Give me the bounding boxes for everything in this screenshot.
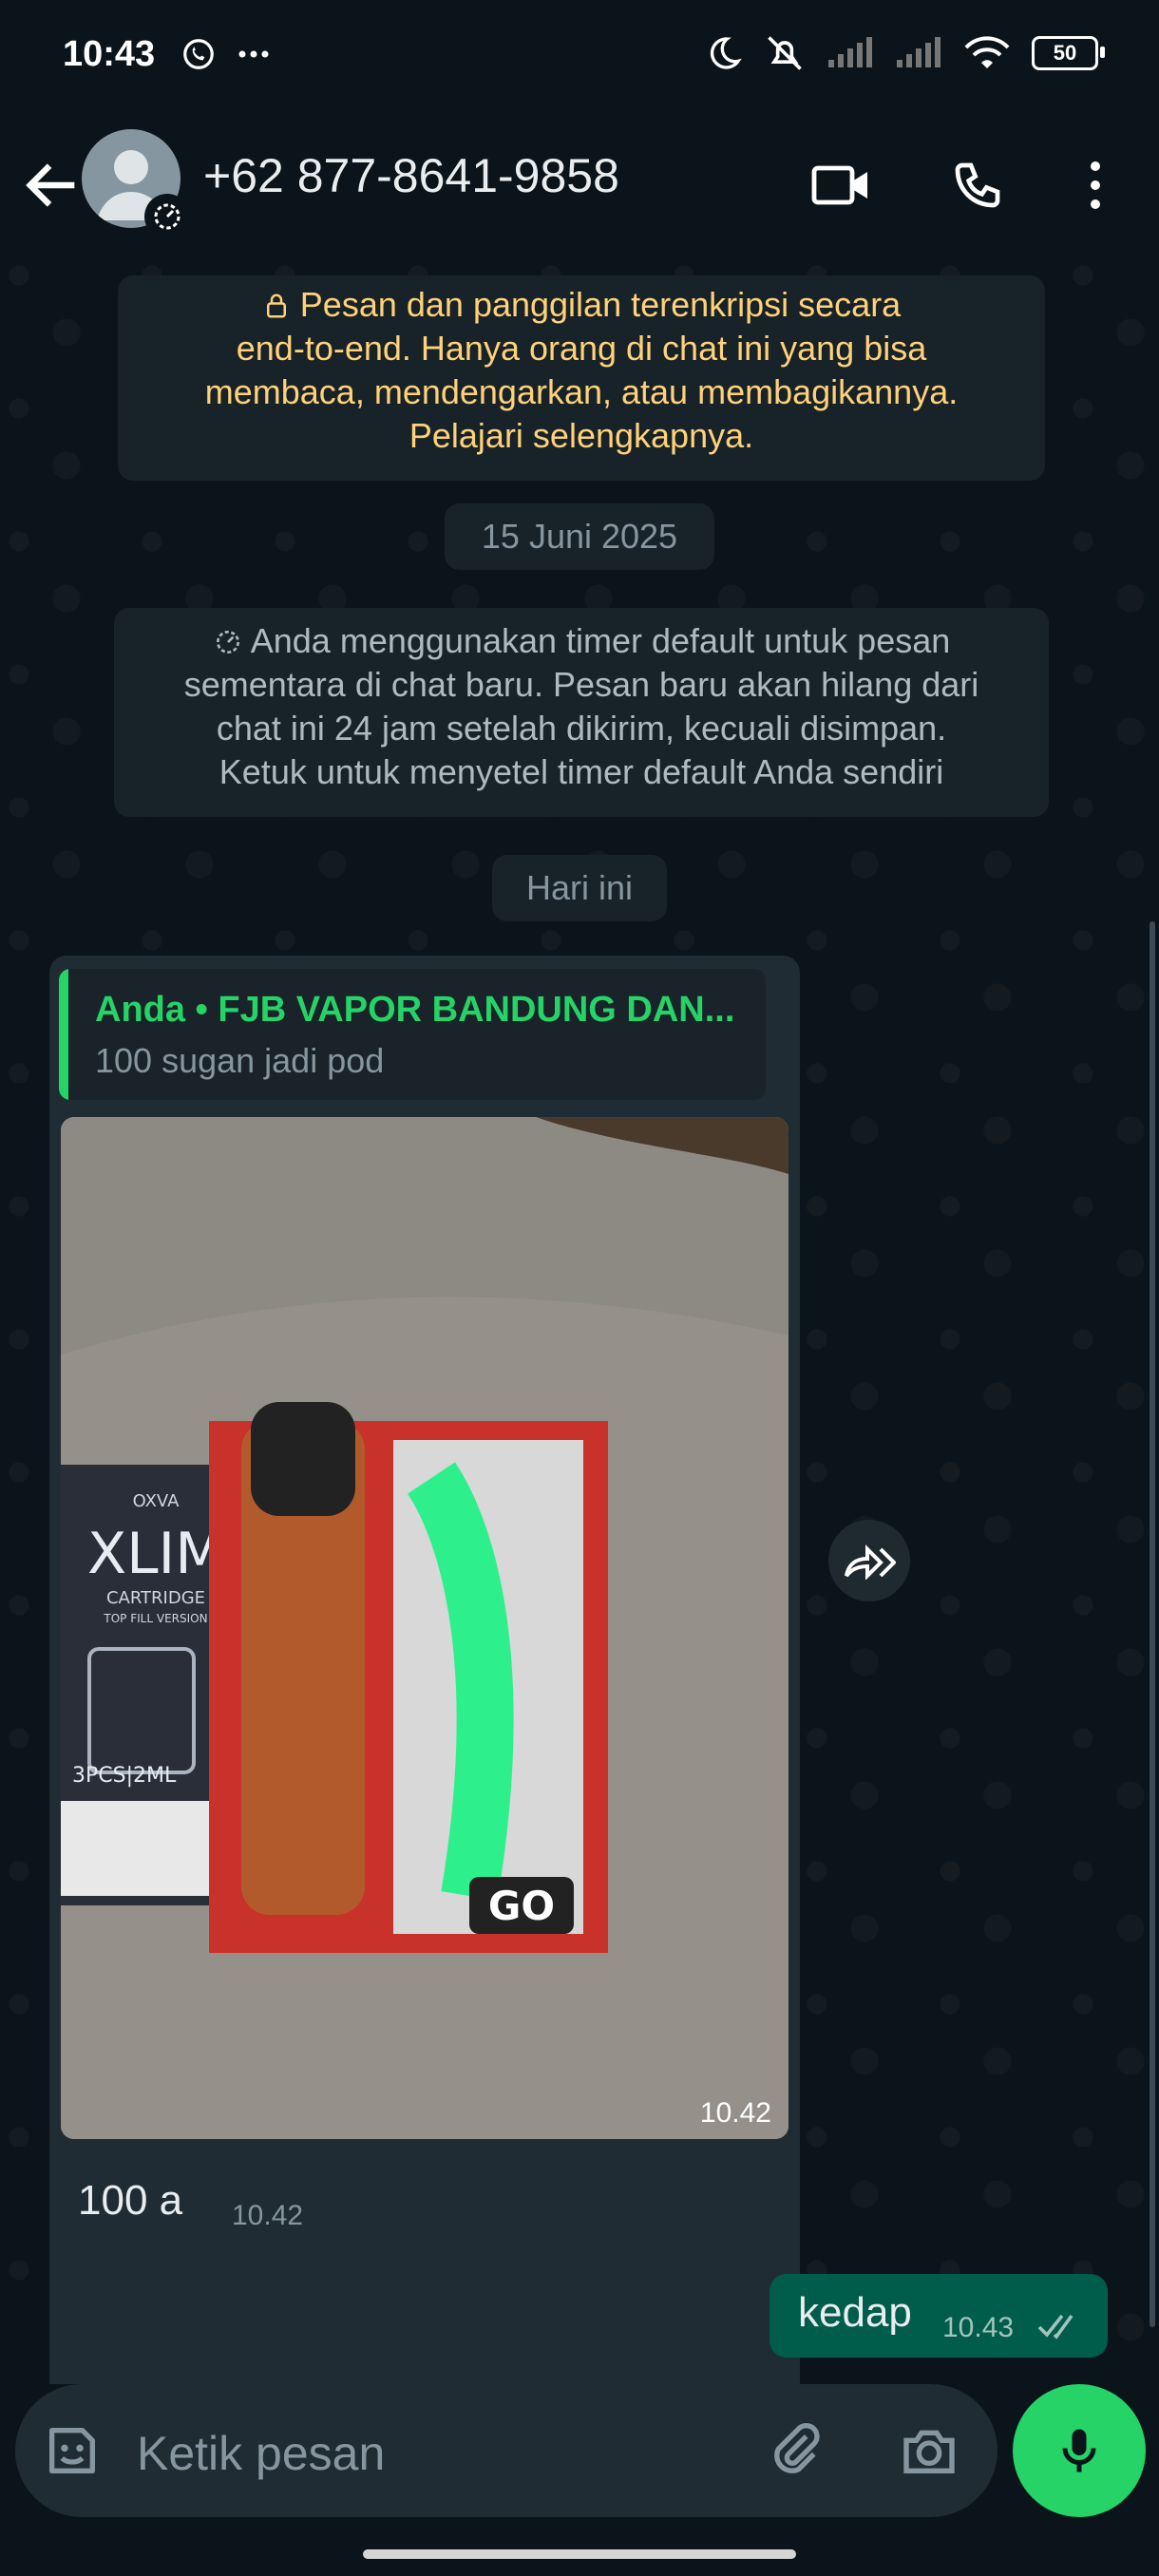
photo-content: OXVA XLIM CARTRIDGE TOP FILL VERSION 3PC… <box>61 1117 788 2139</box>
message-photo[interactable]: OXVA XLIM CARTRIDGE TOP FILL VERSION 3PC… <box>61 1117 788 2139</box>
photo-box-subtitle: CARTRIDGE <box>106 1588 205 1608</box>
message-bubble-incoming[interactable]: 100 a 10.42 <box>49 2160 336 2244</box>
date-chip: 15 Juni 2025 <box>445 503 714 570</box>
reply-title: Anda • FJB VAPOR BANDUNG DAN... <box>95 990 735 1030</box>
date-chip: Hari ini <box>492 855 667 921</box>
composer-bar: Ketik pesan <box>0 2384 1159 2576</box>
message-input[interactable]: Ketik pesan <box>15 2384 998 2517</box>
more-vert-icon <box>1091 161 1100 209</box>
photo-box-brand: OXVA <box>133 1491 180 1511</box>
camera-icon[interactable] <box>899 2420 960 2481</box>
encryption-learn-more[interactable]: Pelajari selengkapnya. <box>118 414 1045 458</box>
menu-button[interactable] <box>1062 152 1129 218</box>
status-bar: 10:43 50 <box>0 0 1159 114</box>
back-button[interactable] <box>19 152 86 218</box>
wifi-icon <box>964 36 1010 68</box>
timer-line-3: chat ini 24 jam setelah dikirim, kecuali… <box>216 709 947 748</box>
timer-line-4: Ketuk untuk menyetel timer default Anda … <box>218 752 944 791</box>
status-time: 10:43 <box>63 34 156 74</box>
voice-call-icon <box>955 162 1000 208</box>
home-indicator[interactable] <box>363 2549 796 2559</box>
disappearing-timer-icon <box>216 631 239 653</box>
forward-icon <box>845 1544 896 1580</box>
status-right-icons: 50 <box>705 32 1105 74</box>
reply-accent-bar <box>59 969 68 1100</box>
video-call-button[interactable] <box>808 152 874 218</box>
photo-box-go: GO <box>488 1883 555 1929</box>
encryption-notice[interactable]: Pesan dan panggilan terenkripsi secara e… <box>118 275 1045 481</box>
photo-box-count: 3PCS|2ML <box>72 1764 177 1788</box>
video-call-icon <box>811 165 867 205</box>
moon-icon <box>710 37 742 69</box>
sticker-icon[interactable] <box>42 2420 103 2481</box>
message-time: 10.42 <box>699 2097 771 2129</box>
scrollbar[interactable] <box>1150 921 1155 2327</box>
message-time: 10.43 <box>942 2312 1015 2343</box>
message-placeholder: Ketik pesan <box>137 2427 386 2480</box>
timer-line-2: sementara di chat baru. Pesan baru akan … <box>183 665 979 704</box>
message-time: 10.42 <box>232 2200 304 2231</box>
message-text: 100 a <box>78 2177 183 2224</box>
reply-text: 100 sugan jadi pod <box>95 1041 385 1080</box>
message-text: kedap <box>798 2289 912 2336</box>
status-left-icons <box>180 36 270 72</box>
mic-icon <box>1062 2429 1096 2472</box>
disappearing-timer-icon <box>154 203 180 230</box>
more-dots-icon <box>238 50 269 58</box>
double-check-icon <box>1037 2314 1074 2339</box>
contact-name[interactable]: +62 877-8641-9858 <box>203 148 619 203</box>
timer-line-1: Anda menggunakan timer default untuk pes… <box>114 619 1049 663</box>
disappearing-timer-badge <box>144 194 190 239</box>
encryption-line-1: Pesan dan panggilan terenkripsi secara <box>118 283 1045 327</box>
encryption-line-3: membaca, mendengarkan, atau membagikanny… <box>204 372 959 411</box>
photo-box-title: XLIM <box>87 1521 224 1587</box>
quoted-reply[interactable]: Anda • FJB VAPOR BANDUNG DAN... 100 suga… <box>59 969 766 1100</box>
encryption-line-2: end-to-end. Hanya orang di chat ini yang… <box>236 329 927 368</box>
forward-button[interactable] <box>828 1520 910 1601</box>
attach-icon[interactable] <box>766 2418 826 2485</box>
chat-header: +62 877-8641-9858 <box>0 114 1159 256</box>
back-arrow-icon <box>26 163 75 207</box>
message-bubble-outgoing[interactable]: kedap 10.43 <box>770 2274 1108 2358</box>
photo-box-version: TOP FILL VERSION <box>103 1612 207 1625</box>
mute-icon <box>768 36 802 70</box>
whatsapp-icon <box>183 39 214 69</box>
voice-call-button[interactable] <box>944 152 1011 218</box>
chat-area[interactable]: Pesan dan panggilan terenkripsi secara e… <box>0 256 1159 2405</box>
signal-icon <box>897 37 940 67</box>
mic-button[interactable] <box>1013 2384 1146 2517</box>
timer-notice[interactable]: Anda menggunakan timer default untuk pes… <box>114 608 1049 817</box>
signal-icon <box>828 37 872 67</box>
battery-icon: 50 <box>1032 36 1105 70</box>
lock-icon <box>266 294 286 318</box>
